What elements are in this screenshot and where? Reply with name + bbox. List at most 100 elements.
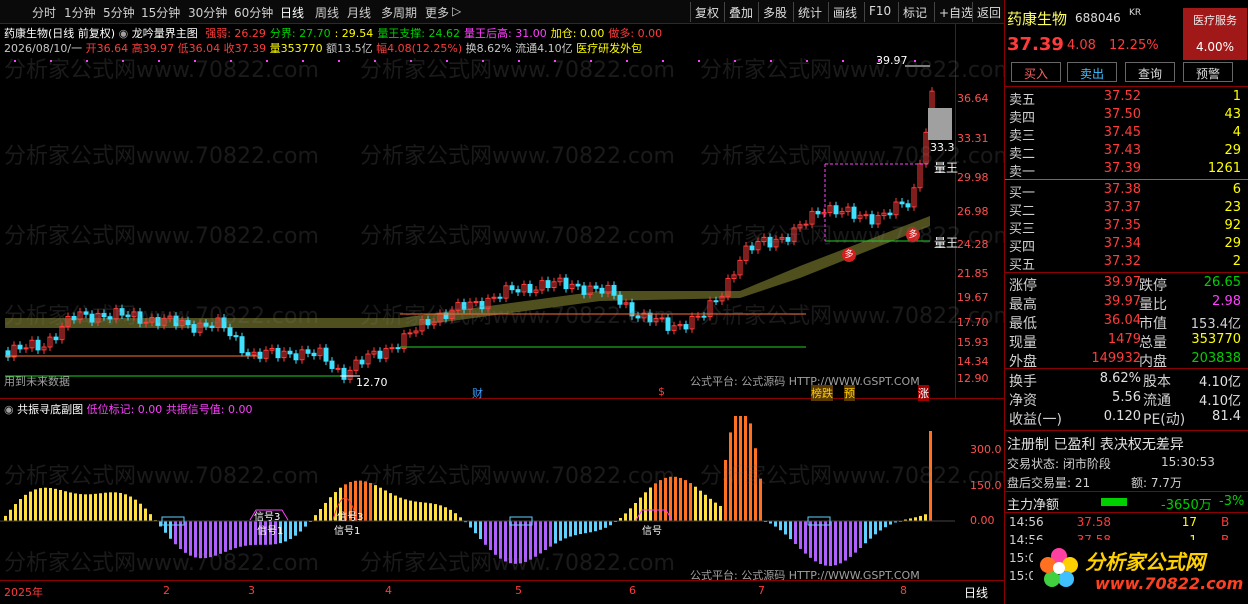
period-tab-60min[interactable]: 60分钟: [234, 4, 273, 21]
candle-body: [101, 312, 107, 318]
book-level-label: 买四: [1009, 240, 1036, 255]
oscillator-bar: [654, 483, 657, 521]
event-badge-list-drop[interactable]: 榜跌: [811, 385, 833, 401]
toolbar-f10-button[interactable]: F10: [864, 2, 895, 22]
sector-change: 4.00%: [1195, 40, 1235, 54]
sub-indicator-toggle-icon[interactable]: ◉: [4, 403, 14, 416]
oscillator-bar: [69, 492, 72, 521]
main-flow-value: -3650万: [1161, 498, 1212, 513]
period-tab-weekly[interactable]: 周线: [315, 4, 339, 21]
bid-row[interactable]: 买四 37.34 29: [1007, 236, 1245, 255]
candle-body: [575, 283, 581, 287]
oscillator-bar: [414, 501, 417, 521]
bid-row[interactable]: 买一 37.38 6: [1007, 182, 1245, 201]
sub-indicator-name[interactable]: 共振寻底副图: [17, 403, 83, 416]
oscillator-bar: [219, 521, 222, 554]
sell-button[interactable]: 卖出: [1067, 62, 1117, 82]
oscillator-bar: [444, 507, 447, 521]
oscillator-bar: [34, 489, 37, 521]
period-tab-fenshi[interactable]: 分时: [32, 4, 56, 21]
oscillator-bar: [169, 521, 172, 539]
candle-body: [647, 312, 653, 323]
bid-row[interactable]: 买二 37.37 23: [1007, 200, 1245, 219]
toolbar-overlay-button[interactable]: 叠加: [724, 2, 757, 22]
buy-button[interactable]: 买入: [1011, 62, 1061, 82]
toolbar-mark-button[interactable]: 标记: [898, 2, 931, 22]
oscillator-bar: [284, 521, 287, 542]
period-tab-15min[interactable]: 15分钟: [141, 4, 180, 21]
stats-row: 换手 8.62% 股本 4.10亿: [1007, 371, 1245, 390]
oscillator-bar: [374, 485, 377, 521]
indicator-value: 量王后高: 31.00: [464, 27, 547, 40]
candle-body: [563, 277, 569, 290]
ask-row[interactable]: 卖一 37.39 1261: [1007, 161, 1245, 180]
oscillator-bar: [249, 521, 252, 546]
oscillator-bar: [664, 477, 667, 521]
period-tab-30min[interactable]: 30分钟: [188, 4, 227, 21]
book-volume: 23: [1224, 200, 1241, 215]
event-badge-dollar[interactable]: $: [658, 385, 665, 398]
time-axis-period-label[interactable]: 日线: [964, 584, 988, 601]
toolbar-multistock-button[interactable]: 多股: [758, 2, 791, 22]
oscillator-bar: [184, 521, 187, 553]
sector-box[interactable]: 医疗服务 4.00%: [1183, 8, 1247, 60]
oscillator-bar: [424, 502, 427, 521]
marker-dot: [410, 60, 412, 62]
indicator-toggle-icon[interactable]: ◉: [119, 27, 129, 40]
oscillator-bar: [394, 495, 397, 521]
event-badge-finance[interactable]: 财: [472, 385, 483, 401]
oscillator-bar: [779, 521, 782, 531]
oscillator-bar: [209, 521, 212, 558]
oscillator-bar: [369, 482, 372, 521]
sub-indicator-chart[interactable]: [0, 416, 955, 580]
signal-badge-long-2[interactable]: 多: [906, 228, 920, 242]
more-arrow-icon[interactable]: ▷: [452, 4, 461, 18]
oscillator-bar: [204, 521, 207, 559]
toolbar-back-button[interactable]: 返回: [972, 2, 1005, 22]
marker-dot: [770, 60, 772, 62]
main-flow-label: 主力净额: [1007, 498, 1060, 513]
ask-row[interactable]: 卖三 37.45 4: [1007, 125, 1245, 144]
period-tab-daily[interactable]: 日线: [280, 4, 304, 21]
oscillator-bar: [329, 497, 332, 521]
main-price-chart[interactable]: [0, 56, 955, 398]
oscillator-bar: [129, 496, 132, 521]
oscillator-bar: [509, 521, 512, 564]
oscillator-bar: [9, 509, 12, 521]
period-tab-multi[interactable]: 多周期: [381, 4, 417, 21]
candle-body: [227, 327, 233, 337]
stat-label: 净资: [1009, 393, 1037, 409]
sub-axis-label: 300.0: [970, 443, 1002, 456]
toolbar-add-watchlist-button[interactable]: +自选: [934, 2, 977, 22]
candle-body: [527, 283, 533, 293]
candle-body: [305, 349, 311, 354]
book-level-label: 卖三: [1009, 129, 1036, 144]
event-badge-rise[interactable]: 涨: [918, 385, 929, 401]
event-badge-forecast[interactable]: 预: [844, 385, 855, 401]
period-tab-more[interactable]: 更多: [425, 4, 449, 21]
bid-row[interactable]: 买五 37.32 2: [1007, 254, 1245, 273]
time-label-year: 2025年: [4, 586, 43, 599]
signal-badge-long-1[interactable]: 多: [842, 248, 856, 262]
ask-row[interactable]: 卖二 37.43 29: [1007, 143, 1245, 162]
bid-row[interactable]: 买三 37.35 92: [1007, 218, 1245, 237]
alert-button[interactable]: 预警: [1183, 62, 1233, 82]
separator: [1005, 272, 1248, 273]
toolbar-fuquan-button[interactable]: 复权: [690, 2, 723, 22]
period-tab-monthly[interactable]: 月线: [347, 4, 371, 21]
stat-value: 149932: [1091, 351, 1141, 366]
ohlc-field: 流通4.10亿: [515, 42, 577, 55]
oscillator-bar: [674, 476, 677, 521]
ask-row[interactable]: 卖五 37.52 1: [1007, 89, 1245, 108]
toolbar-stats-button[interactable]: 统计: [793, 2, 826, 22]
ohlc-readout: 2026/08/10/一 开36.64 高39.97 低36.04 收37.39…: [4, 40, 642, 56]
indicator-name[interactable]: 龙吟量界主图: [132, 27, 198, 40]
oscillator-bar: [214, 521, 217, 556]
indicator-value: 加仓: 0.00: [550, 27, 605, 40]
period-tab-1min[interactable]: 1分钟: [64, 4, 96, 21]
oscillator-bar: [774, 521, 777, 527]
period-tab-5min[interactable]: 5分钟: [103, 4, 135, 21]
ask-row[interactable]: 卖四 37.50 43: [1007, 107, 1245, 126]
toolbar-draw-button[interactable]: 画线: [828, 2, 861, 22]
query-button[interactable]: 查询: [1125, 62, 1175, 82]
